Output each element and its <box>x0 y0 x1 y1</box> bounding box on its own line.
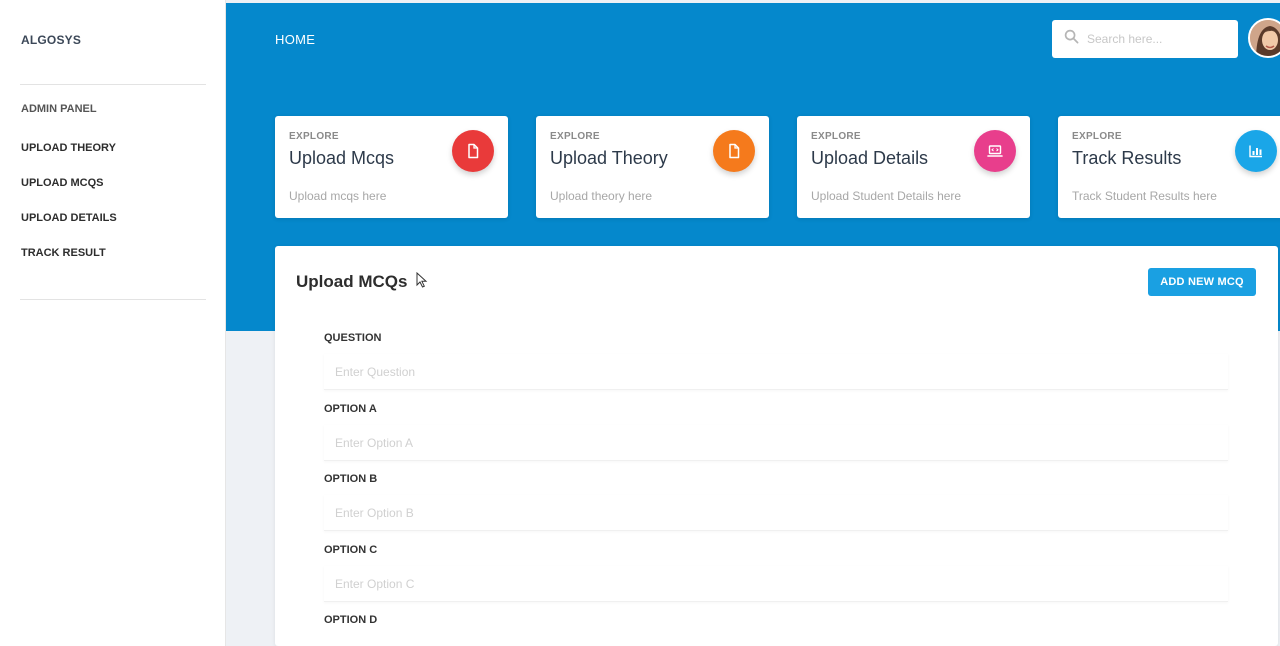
mouse-cursor-icon <box>416 271 428 293</box>
card-eyebrow: EXPLORE <box>1072 131 1122 142</box>
search-input[interactable] <box>1087 32 1227 46</box>
add-new-mcq-button[interactable]: ADD NEW MCQ <box>1148 268 1256 296</box>
form-title: Upload MCQs <box>296 272 408 291</box>
question-label: QUESTION <box>324 332 382 344</box>
question-input[interactable] <box>324 354 1228 390</box>
document-icon <box>713 130 755 172</box>
option-c-input[interactable] <box>324 566 1228 602</box>
sidebar-item-upload-theory[interactable]: UPLOAD THEORY <box>21 142 116 154</box>
sidebar-item-upload-mcqs[interactable]: UPLOAD MCQS <box>21 177 104 189</box>
card-description: Track Student Results here <box>1072 189 1217 203</box>
card-description: Upload theory here <box>550 189 653 203</box>
option-b-label: OPTION B <box>324 473 378 485</box>
card-eyebrow: EXPLORE <box>550 131 600 142</box>
card-track-results[interactable]: EXPLORE Track Results Track Student Resu… <box>1058 116 1280 218</box>
laptop-icon <box>974 130 1016 172</box>
search-icon <box>1064 29 1079 49</box>
card-description: Upload mcqs here <box>289 189 387 203</box>
option-b-input[interactable] <box>324 495 1228 531</box>
bar-chart-icon <box>1235 130 1277 172</box>
card-title: Upload Details <box>811 148 929 168</box>
card-upload-details[interactable]: EXPLORE Upload Details Upload Student De… <box>797 116 1030 218</box>
card-upload-mcqs[interactable]: EXPLORE Upload Mcqs Upload mcqs here <box>275 116 508 218</box>
card-description: Upload Student Details here <box>811 189 962 203</box>
card-eyebrow: EXPLORE <box>289 131 339 142</box>
search-box[interactable] <box>1052 20 1238 58</box>
sidebar-item-upload-details[interactable]: UPLOAD DETAILS <box>21 212 117 224</box>
option-d-label: OPTION D <box>324 614 378 626</box>
sidebar-item-track-result[interactable]: TRACK RESULT <box>21 247 106 259</box>
card-title: Upload Mcqs <box>289 148 395 168</box>
upload-mcqs-panel: Upload MCQs ADD NEW MCQ QUESTION OPTION … <box>275 246 1278 646</box>
option-a-label: OPTION A <box>324 403 377 415</box>
card-eyebrow: EXPLORE <box>811 131 861 142</box>
sidebar-divider <box>20 299 206 300</box>
avatar[interactable] <box>1248 18 1280 58</box>
document-icon <box>452 130 494 172</box>
sidebar-divider <box>20 84 206 85</box>
sidebar: ALGOSYS ADMIN PANEL UPLOAD THEORY UPLOAD… <box>0 0 226 646</box>
card-title: Track Results <box>1072 148 1182 168</box>
option-a-input[interactable] <box>324 425 1228 461</box>
card-title: Upload Theory <box>550 148 668 168</box>
home-link[interactable]: HOME <box>275 32 315 47</box>
card-upload-theory[interactable]: EXPLORE Upload Theory Upload theory here <box>536 116 769 218</box>
sidebar-section-label: ADMIN PANEL <box>21 103 97 115</box>
option-c-label: OPTION C <box>324 544 378 556</box>
brand-logo[interactable]: ALGOSYS <box>21 33 81 47</box>
